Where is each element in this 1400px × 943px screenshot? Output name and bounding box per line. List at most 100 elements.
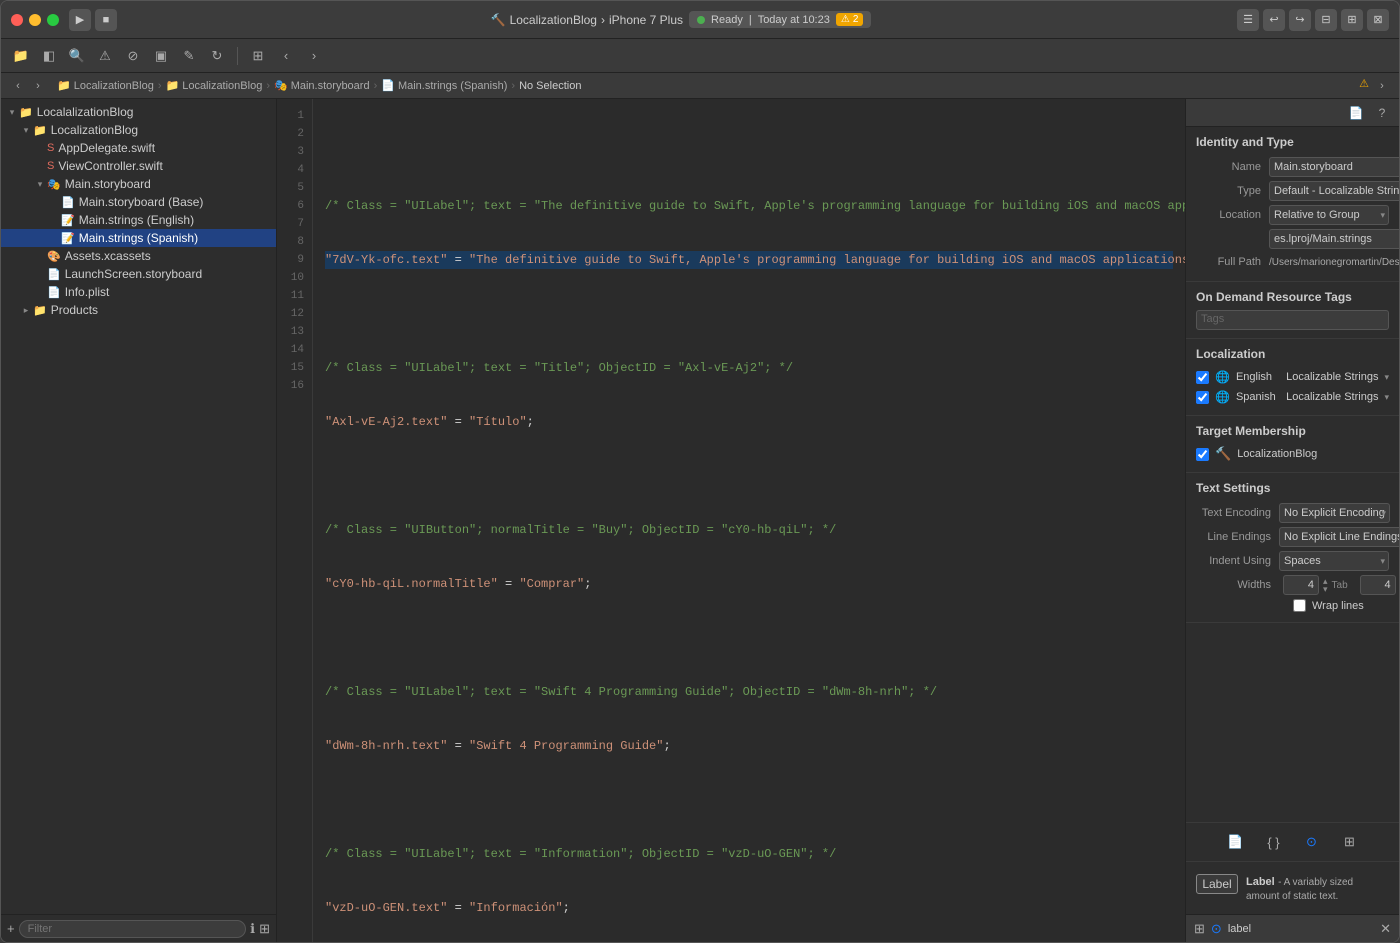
add-file-button[interactable]: + (7, 921, 15, 936)
inspector-tab-file[interactable]: 📄 (1225, 831, 1247, 853)
line-endings-select[interactable]: No Explicit Line Endings (1279, 527, 1399, 547)
line-num-15: 15 (281, 359, 304, 377)
loc-english-checkbox[interactable] (1196, 371, 1209, 384)
inspector-file-btn[interactable]: 📄 (1345, 102, 1367, 124)
inspector-spacer (1186, 623, 1399, 822)
next-button[interactable]: › (302, 44, 326, 68)
filter-options-button[interactable]: ℹ (250, 921, 255, 937)
search-button[interactable]: 🔍 (65, 44, 89, 68)
inspector-bottom-close[interactable]: ✕ (1380, 921, 1391, 937)
line-num-4: 4 (281, 161, 304, 179)
code-line-10 (325, 629, 1173, 647)
breadcrumb-forward[interactable]: › (29, 77, 47, 95)
indent-select[interactable]: Spaces (1279, 551, 1389, 571)
sidebar-item-appdelegate-label: AppDelegate.swift (58, 141, 155, 155)
breadcrumb-localizationblog[interactable]: 📁 LocalizationBlog (57, 79, 154, 92)
breadcrumb-warning-next[interactable]: › (1373, 77, 1391, 95)
inspector-toolbar: 📄 ? (1186, 99, 1399, 127)
sidebar-item-english[interactable]: 📝 Main.strings (English) (1, 211, 276, 229)
sidebar-item-mainstoryboard-base-label: Main.storyboard (Base) (79, 195, 204, 209)
code-editor[interactable]: 1 2 3 4 5 6 7 8 9 10 11 12 13 14 15 16 /… (277, 99, 1185, 942)
sidebar-item-mainstoryboard-group[interactable]: ▾ 🎭 Main.storyboard (1, 175, 276, 193)
close-button[interactable] (11, 14, 23, 26)
toolbar-separator (237, 47, 238, 65)
memory-button[interactable]: ▣ (149, 44, 173, 68)
main-area: ▾ 📁 LocalalizationBlog ▾ 📁 LocalizationB… (1, 99, 1399, 942)
minimize-button[interactable] (29, 14, 41, 26)
on-demand-title: On Demand Resource Tags (1186, 290, 1399, 310)
breadcrumb-localizationblog2[interactable]: 📁 LocalizationBlog (166, 79, 263, 92)
navigator-toggle[interactable]: ☰ (1237, 9, 1259, 31)
location-select[interactable]: Relative to Group (1269, 205, 1389, 225)
back-button[interactable]: ↩ (1263, 9, 1285, 31)
line-num-5: 5 (281, 179, 304, 197)
forward-button[interactable]: ↪ (1289, 9, 1311, 31)
warning-button[interactable]: ⚠ (93, 44, 117, 68)
assistant-button[interactable]: ⊞ (1341, 9, 1363, 31)
target-checkbox[interactable] (1196, 448, 1209, 461)
label-preview-description: Label - A variably sized amount of stati… (1246, 874, 1389, 902)
sidebar-item-spanish-label: Main.strings (Spanish) (79, 231, 198, 245)
run-button[interactable]: ▶ (69, 9, 91, 31)
filter-view-button[interactable]: ⊞ (259, 921, 270, 937)
fullscreen-button[interactable] (47, 14, 59, 26)
warning-badge[interactable]: ⚠ 2 (836, 13, 864, 26)
sidebar-item-appdelegate[interactable]: S AppDelegate.swift (1, 139, 276, 157)
status-separator: | (749, 14, 752, 26)
version-editor-button[interactable]: ⊠ (1367, 9, 1389, 31)
filter-input[interactable] (19, 920, 247, 938)
encoding-select[interactable]: No Explicit Encoding (1279, 503, 1390, 523)
inspector-tab-grid[interactable]: ⊞ (1339, 831, 1361, 853)
tags-input[interactable]: Tags (1196, 310, 1389, 330)
location-label: Location (1196, 209, 1261, 221)
breakpoints-button[interactable]: ◧ (37, 44, 61, 68)
type-select-wrap: Default - Localizable Strin... (1269, 181, 1399, 201)
name-input[interactable] (1269, 157, 1399, 177)
indent-row: Indent Using Spaces (1186, 549, 1399, 573)
sidebar-item-launchscreen-label: LaunchScreen.storyboard (65, 267, 202, 281)
notes-button[interactable]: ✎ (177, 44, 201, 68)
loc-spanish-checkbox[interactable] (1196, 391, 1209, 404)
filter-bar: + ℹ ⊞ (1, 914, 276, 942)
stop-button[interactable]: ■ (95, 9, 117, 31)
inspector-tab-circle[interactable]: ⊙ (1301, 831, 1323, 853)
string-3b: "The definitive guide to Swift, Apple's … (469, 251, 1185, 269)
source-control-button[interactable]: ⊘ (121, 44, 145, 68)
tab-width-input[interactable] (1283, 575, 1319, 595)
type-select[interactable]: Default - Localizable Strin... (1269, 181, 1399, 201)
tab-width-stepper[interactable]: ▴▾ (1323, 577, 1328, 593)
prev-button[interactable]: ‹ (274, 44, 298, 68)
sidebar-item-infoplist-label: Info.plist (65, 285, 110, 299)
sidebar-item-viewcontroller[interactable]: S ViewController.swift (1, 157, 276, 175)
location-path-input[interactable] (1269, 229, 1399, 249)
inspector-help-btn[interactable]: ? (1371, 102, 1393, 124)
sidebar-item-infoplist[interactable]: 📄 Info.plist (1, 283, 276, 301)
status-time: Today at 10:23 (758, 14, 830, 26)
jump-button[interactable]: ⊞ (246, 44, 270, 68)
split-view-button[interactable]: ⊟ (1315, 9, 1337, 31)
sidebar-item-products[interactable]: ▸ 📁 Products (1, 301, 276, 319)
sidebar-item-localizationblog[interactable]: ▾ 📁 LocalizationBlog (1, 121, 276, 139)
sidebar-item-root[interactable]: ▾ 📁 LocalalizationBlog (1, 103, 276, 121)
navigator-button[interactable]: 📁 (9, 44, 33, 68)
inspector-tab-brackets[interactable]: { } (1263, 831, 1285, 853)
mainstoryboard-group-icon: 🎭 (47, 178, 61, 191)
code-content[interactable]: /* Class = "UILabel"; text = "The defini… (313, 99, 1185, 942)
breadcrumb-back[interactable]: ‹ (9, 77, 27, 95)
sidebar-item-spanish[interactable]: 📝 Main.strings (Spanish) (1, 229, 276, 247)
wrap-lines-checkbox[interactable] (1293, 599, 1306, 612)
line-num-7: 7 (281, 215, 304, 233)
reports-button[interactable]: ↻ (205, 44, 229, 68)
viewcontroller-icon: S (47, 160, 54, 172)
sidebar-item-root-label: LocalalizationBlog (37, 105, 134, 119)
sidebar-item-assets[interactable]: 🎨 Assets.xcassets (1, 247, 276, 265)
sidebar-item-launchscreen[interactable]: 📄 LaunchScreen.storyboard (1, 265, 276, 283)
sidebar-item-mainstoryboard-base[interactable]: 📄 Main.storyboard (Base) (1, 193, 276, 211)
breadcrumb-main-storyboard[interactable]: 🎭 Main.storyboard (274, 79, 370, 92)
indent-width-input[interactable] (1360, 575, 1396, 595)
string-15a: "vzD-uO-GEN.text" (325, 899, 447, 917)
punct-12: = (447, 737, 469, 755)
app-name: 🔨 LocalizationBlog › iPhone 7 Plus (491, 13, 683, 27)
breadcrumb-main-strings-spanish[interactable]: 📄 Main.strings (Spanish) (381, 79, 507, 92)
inspector-bottom-icon2: ⊙ (1211, 921, 1222, 937)
